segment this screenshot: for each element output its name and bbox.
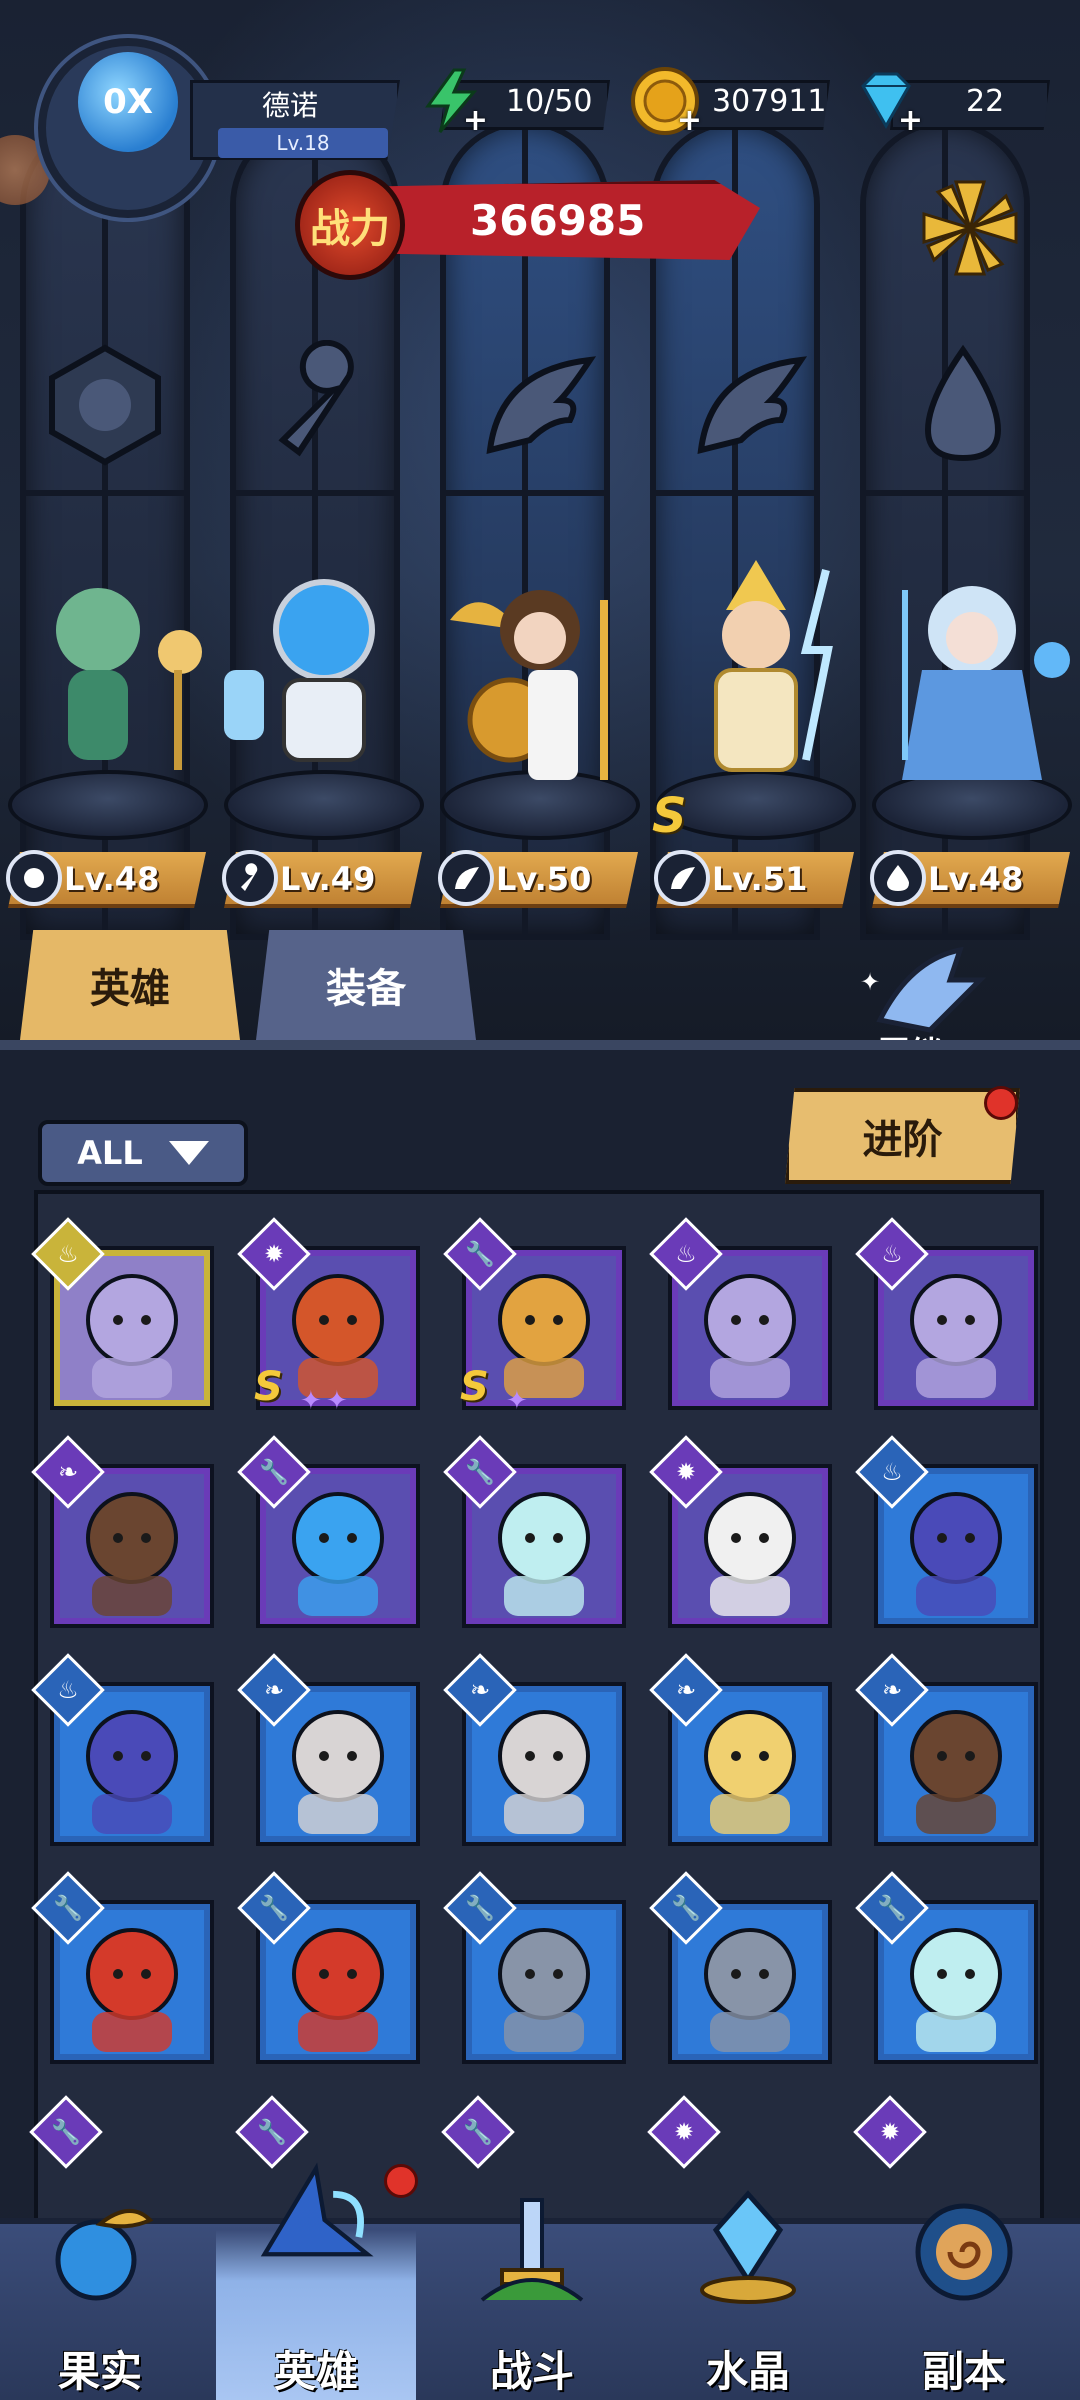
star-icon: ✦ [326, 1386, 348, 1416]
battle-sword-icon [472, 2190, 592, 2310]
hero-portrait [472, 1910, 616, 2054]
hero-slot-medusa[interactable] [8, 560, 208, 850]
notification-badge [984, 1086, 1018, 1120]
nav-dungeon[interactable]: 副本 [864, 2190, 1064, 2400]
combat-power-label: 战力 [310, 206, 390, 252]
nav-heroes-label: 英雄 [273, 2347, 358, 2396]
hero-portrait [884, 1474, 1028, 1618]
avatar-mark: 0X [103, 82, 153, 122]
nav-heroes[interactable]: 英雄 [216, 2162, 418, 2400]
hero-portrait [472, 1256, 616, 1400]
class-filter-dropdown[interactable]: ALL [38, 1120, 248, 1186]
diamond-gem-icon[interactable]: + [845, 60, 927, 142]
tab-heroes[interactable]: 英雄 [20, 930, 240, 1040]
hero-portrait [884, 1910, 1028, 2054]
hero-portrait [60, 1256, 204, 1400]
hero-slot-diver-robot[interactable] [224, 560, 424, 850]
hero-portrait [884, 1256, 1028, 1400]
player-level: Lv.18 [218, 128, 388, 158]
avatar-portrait: 0X [78, 52, 178, 152]
hero-rank-s: S [652, 788, 687, 844]
hero-portrait [678, 1256, 822, 1400]
svg-text:✦: ✦ [860, 968, 880, 996]
hero-level: Lv.48 [928, 860, 1024, 898]
gold-coin-icon[interactable]: + [624, 60, 706, 142]
filter-label: ALL [77, 1134, 143, 1172]
crystal-icon [688, 2190, 808, 2310]
hero-portrait [472, 1474, 616, 1618]
notification-badge [384, 2164, 418, 2198]
wing-icon [676, 330, 816, 480]
hero-portrait [678, 1692, 822, 1836]
star-icon: ✦ [300, 1386, 322, 1416]
hero-portrait [60, 1910, 204, 2054]
hero-portrait [60, 1692, 204, 1836]
wing-icon [438, 850, 494, 906]
hero-portrait [266, 1692, 410, 1836]
flame-icon [893, 330, 1033, 480]
combat-power-value: 366985 [470, 196, 646, 245]
nav-dungeon-label: 副本 [921, 2347, 1006, 2396]
hero-portrait [266, 1474, 410, 1618]
hero-portrait [266, 1910, 410, 2054]
gold-value: 307911 [712, 84, 827, 119]
tab-heroes-label: 英雄 [90, 966, 170, 1012]
hero-level: Lv.51 [712, 860, 808, 898]
hero-rank-s: S [460, 1364, 489, 1410]
nav-crystal-label: 水晶 [705, 2347, 790, 2396]
hero-portrait [472, 1692, 616, 1836]
combat-power-emblem: 战力 [295, 170, 405, 280]
tab-equipment[interactable]: 装备 [256, 930, 476, 1040]
beast-claw-icon [6, 850, 62, 906]
hero-slot-ice-queen[interactable] [872, 560, 1072, 850]
hero-slot-goddess[interactable] [440, 560, 640, 850]
hero-portrait [60, 1474, 204, 1618]
energy-bolt-icon[interactable]: + [410, 60, 492, 142]
nav-fruit[interactable]: 果实 [0, 2190, 200, 2400]
hero-portrait [884, 1692, 1028, 1836]
portal-icon [904, 2190, 1024, 2310]
wrench-icon [248, 330, 388, 480]
advance-button-label: 进阶 [862, 1117, 943, 1163]
hero-rank-s: S [254, 1364, 283, 1410]
tab-equipment-label: 装备 [326, 966, 406, 1012]
hero-level: Lv.48 [64, 860, 160, 898]
nav-battle-label: 战斗 [489, 2347, 574, 2396]
flame-icon [870, 850, 926, 906]
hero-level: Lv.49 [280, 860, 376, 898]
hero-portrait [678, 1910, 822, 2054]
nav-battle[interactable]: 战斗 [432, 2190, 632, 2400]
hero-portrait [678, 1474, 822, 1618]
pinwheel-flower-icon[interactable] [910, 168, 1030, 288]
wizard-hat-icon [256, 2160, 376, 2280]
diamond-value: 22 [966, 84, 1005, 119]
hero-level: Lv.50 [496, 860, 592, 898]
hero-portrait [266, 1256, 410, 1400]
wing-icon [654, 850, 710, 906]
energy-value: 10/50 [506, 84, 593, 119]
nav-fruit-label: 果实 [57, 2347, 142, 2396]
player-name: 德诺 [261, 89, 318, 122]
wrench-icon [222, 850, 278, 906]
nav-crystal[interactable]: 水晶 [648, 2190, 848, 2400]
fruit-icon [40, 2190, 160, 2310]
star-icon: ✦ [506, 1386, 528, 1416]
wing-icon [465, 330, 605, 480]
chevron-down-icon [168, 1141, 209, 1165]
beast-claw-icon [35, 330, 175, 480]
